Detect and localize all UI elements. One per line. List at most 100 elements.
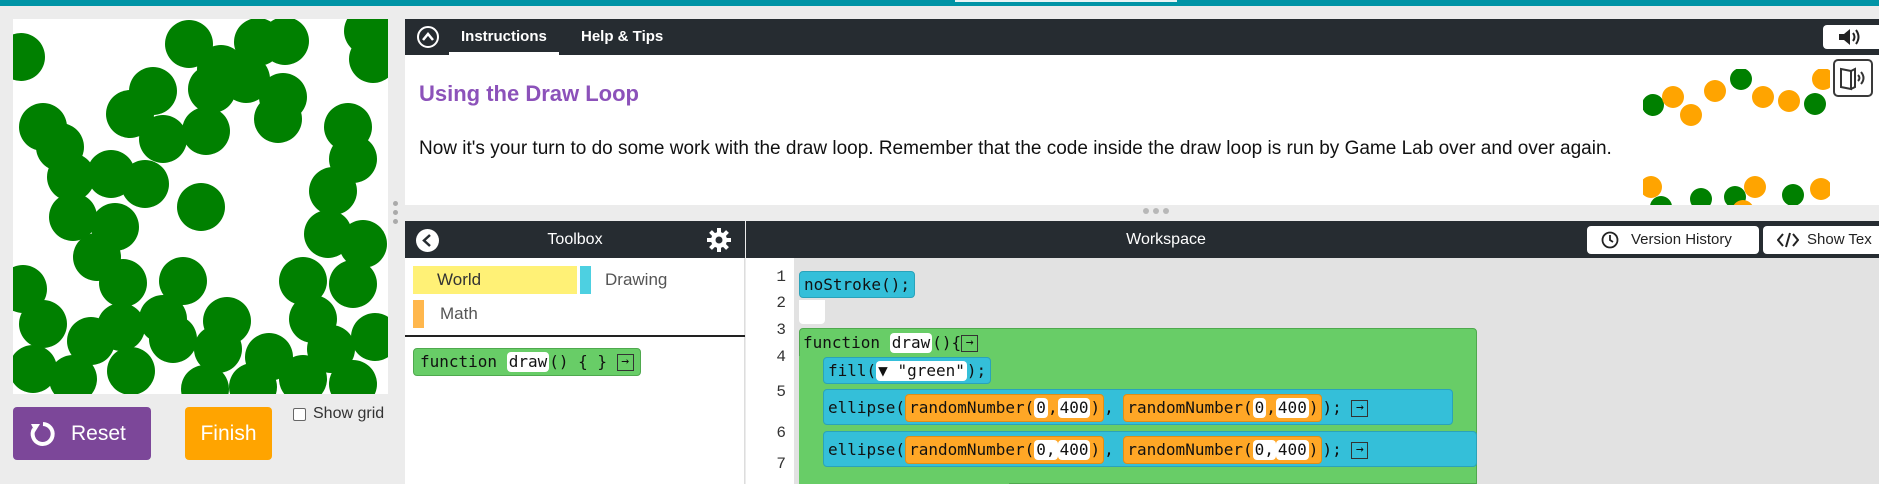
random-close: ) (1090, 398, 1101, 417)
drawn-circle (49, 193, 97, 241)
random-min-field[interactable]: 0 (1034, 398, 1048, 418)
gear-icon[interactable] (707, 228, 731, 252)
workspace-title: Workspace (1126, 231, 1206, 248)
random-max-field[interactable]: 400 (1057, 440, 1091, 460)
clock-icon (1601, 231, 1619, 249)
workspace-panel[interactable]: Workspace Version History Show Tex 1 2 3… (746, 221, 1879, 484)
finish-button[interactable]: Finish (185, 407, 272, 460)
drawn-circle (1804, 93, 1826, 115)
function-expand-icon[interactable]: → (961, 335, 979, 352)
code-icon (1777, 232, 1799, 248)
collapse-toolbox-icon[interactable] (416, 229, 439, 252)
line-number: 2 (776, 294, 786, 312)
show-text-button[interactable]: Show Tex (1763, 226, 1879, 254)
version-history-label: Version History (1631, 231, 1732, 248)
drawn-circle (339, 220, 387, 268)
ellipse-end-text: ); (1322, 440, 1342, 459)
drawn-circle (97, 303, 145, 351)
nostroke-text: noStroke(); (804, 275, 910, 294)
drawn-circle (13, 33, 45, 81)
random-min-field[interactable]: 0, (1034, 440, 1058, 460)
drawn-circle (1744, 176, 1766, 198)
line-number: 6 (776, 424, 786, 442)
toolbox-function-block[interactable]: function draw() { } → (413, 348, 641, 376)
show-grid-checkbox[interactable] (293, 407, 306, 421)
instructions-panel: Instructions Help & Tips Using the Draw … (405, 19, 1879, 205)
drawn-circle (149, 315, 197, 363)
drawn-circle (329, 260, 377, 308)
drawn-circle (177, 183, 225, 231)
ellipse-expand-icon[interactable]: → (1351, 400, 1369, 417)
random-number-block-x[interactable]: randomNumber(0, 400) (905, 436, 1105, 464)
block-expand-icon[interactable]: → (616, 354, 634, 371)
drawn-circle (139, 115, 187, 163)
arg-separator: , (1104, 398, 1114, 417)
drawn-circle (1782, 184, 1804, 205)
random-number-block-x[interactable]: randomNumber(0, 400) (905, 394, 1105, 422)
ellipse-end-text: ); (1322, 398, 1342, 417)
drawn-circle (121, 160, 169, 208)
fill-color-dropdown[interactable]: ▼ "green" (876, 361, 967, 381)
show-grid-label: Show grid (313, 405, 385, 422)
random-max-field[interactable]: 400 (1275, 398, 1309, 418)
workspace-header: Workspace Version History Show Tex (746, 221, 1879, 258)
show-text-label: Show Tex (1807, 231, 1872, 248)
drawn-circle (1752, 86, 1774, 108)
drawn-circle (261, 19, 309, 65)
drawn-circle (254, 95, 302, 143)
ellipse-fn-text: ellipse( (828, 440, 906, 459)
tab-help-and-tips[interactable]: Help & Tips (577, 19, 667, 55)
text-to-speech-button[interactable] (1833, 59, 1873, 97)
game-canvas[interactable] (13, 19, 388, 394)
random-max-field[interactable]: 400 (1057, 398, 1091, 418)
category-world[interactable]: World (413, 266, 577, 294)
audio-button[interactable] (1823, 25, 1879, 49)
fill-fn-text: fill( (828, 361, 877, 380)
random-close: ) (1308, 398, 1319, 417)
line-number: 4 (776, 348, 786, 366)
tab-instructions[interactable]: Instructions (449, 19, 559, 55)
drawn-circle (1643, 94, 1664, 116)
comma: , (1266, 398, 1276, 417)
random-number-block-y[interactable]: randomNumber(0, 400) (1123, 436, 1323, 464)
top-bar-slot (955, 0, 1177, 2)
random-fn-text: randomNumber( (909, 440, 1035, 459)
collapse-instructions-icon[interactable] (417, 26, 439, 48)
drawn-circle (1680, 104, 1702, 126)
ellipse-block[interactable]: ellipse(randomNumber(0, 400), randomNumbe… (823, 389, 1453, 425)
canvas-drawing (13, 19, 388, 394)
reset-button[interactable]: Reset (13, 407, 151, 460)
show-grid-toggle[interactable]: Show grid (293, 405, 384, 423)
drawn-circle (351, 313, 388, 361)
random-close: ) (1090, 440, 1101, 459)
vertical-resize-handle[interactable] (1143, 208, 1173, 216)
function-name-field[interactable]: draw (889, 333, 933, 353)
drawn-circle (1810, 178, 1830, 200)
empty-line-slot (799, 300, 825, 324)
drawn-circle (1730, 69, 1752, 90)
fill-block[interactable]: fill(▼ "green"); (823, 357, 992, 384)
random-min-field[interactable]: 0, (1252, 440, 1276, 460)
category-math[interactable]: Math (413, 300, 478, 328)
function-suffix: (){ (932, 333, 962, 352)
drawn-circle (1778, 90, 1800, 112)
random-number-block-y[interactable]: randomNumber(0, 400) (1123, 394, 1323, 422)
reset-icon (30, 421, 55, 446)
random-min-field[interactable]: 0 (1252, 398, 1267, 418)
comma: , (1047, 398, 1058, 417)
speaker-icon (1839, 29, 1860, 45)
drawn-circle (1812, 69, 1830, 90)
version-history-button[interactable]: Version History (1587, 226, 1759, 254)
ellipse-block-2[interactable]: ellipse(randomNumber(0, 400), randomNumb… (823, 431, 1477, 467)
random-fn-text: randomNumber( (909, 398, 1035, 417)
nostroke-block[interactable]: noStroke(); (799, 271, 915, 298)
random-close: ) (1308, 440, 1319, 459)
panel-resize-handle[interactable] (393, 201, 399, 231)
block-function-name[interactable]: draw (506, 352, 550, 372)
random-max-field[interactable]: 400 (1275, 440, 1309, 460)
line-number: 7 (776, 455, 786, 473)
instructions-header: Instructions Help & Tips (405, 19, 1879, 55)
category-drawing[interactable]: Drawing (580, 266, 667, 294)
ellipse-expand-icon[interactable]: → (1351, 442, 1369, 459)
drawn-circle (1643, 176, 1662, 198)
